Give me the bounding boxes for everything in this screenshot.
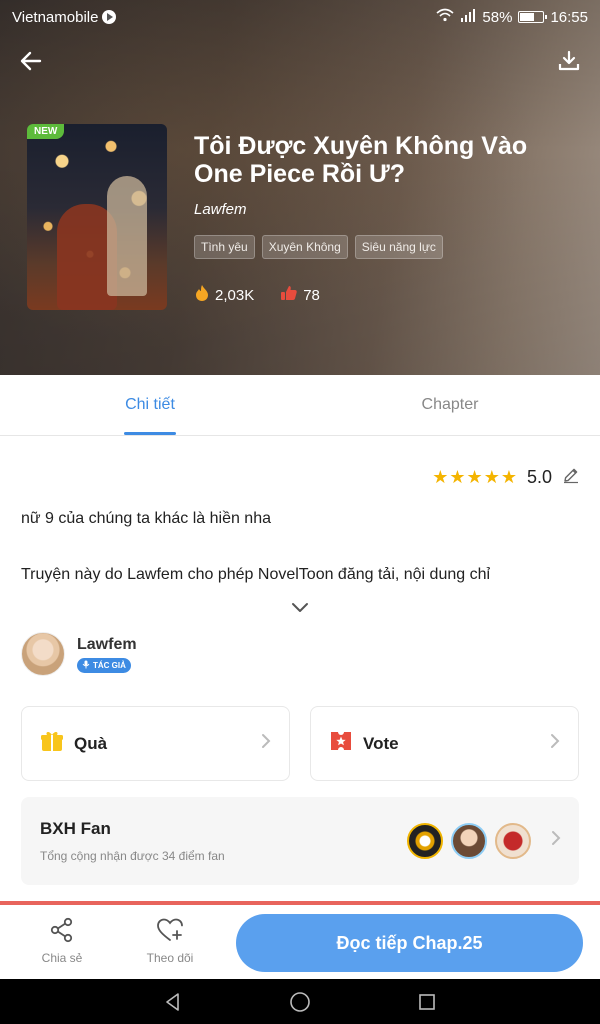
- author-name: Lawfem: [77, 635, 137, 653]
- share-button[interactable]: Chia sẻ: [22, 917, 102, 965]
- follow-label: Theo dõi: [146, 951, 194, 965]
- book-author[interactable]: Lawfem: [194, 201, 247, 218]
- fan-avatar: [407, 823, 443, 859]
- carrier-label: Vietnamobile: [12, 8, 99, 26]
- back-arrow-icon[interactable]: [14, 44, 48, 78]
- nav-back-icon[interactable]: [158, 987, 188, 1017]
- follow-button[interactable]: Theo dõi: [130, 917, 210, 965]
- views-stat: 2,03K: [194, 284, 254, 306]
- edit-pencil-icon[interactable]: [562, 466, 580, 489]
- nav-recents-icon[interactable]: [412, 987, 442, 1017]
- author-row[interactable]: Lawfem TÁC GIẢ: [21, 632, 137, 676]
- gift-card-button[interactable]: Quà: [21, 706, 290, 781]
- tab-chapters[interactable]: Chapter: [300, 375, 600, 435]
- battery-percent: 58%: [482, 8, 513, 26]
- download-icon[interactable]: [552, 44, 586, 78]
- book-stats: 2,03K 78: [194, 284, 320, 306]
- chevron-right-icon: [261, 732, 271, 755]
- views-count: 2,03K: [215, 286, 255, 304]
- book-hero-header: Vietnamobile 58% 16:55 NEW Tôi Được Xuyê…: [0, 0, 600, 375]
- cover-figure-shape: [107, 176, 147, 296]
- tab-details[interactable]: Chi tiết: [0, 375, 300, 435]
- chevron-right-icon: [550, 732, 560, 755]
- author-role-text: TÁC GIẢ: [93, 660, 126, 670]
- author-avatar[interactable]: [21, 632, 65, 676]
- share-icon: [49, 917, 75, 946]
- description-line: nữ 9 của chúng ta khác là hiền nha: [21, 510, 271, 527]
- star-icon: ★: [466, 467, 483, 487]
- tag-chip[interactable]: Xuyên Không: [261, 235, 348, 259]
- share-label: Chia sẻ: [41, 951, 83, 965]
- rating-value: 5.0: [526, 467, 552, 487]
- fan-avatar-list: [407, 823, 531, 859]
- likes-count: 78: [303, 286, 320, 304]
- vote-card-button[interactable]: Vote: [310, 706, 579, 781]
- system-navigation-bar: [0, 979, 600, 1024]
- star-icon: ★: [432, 467, 449, 487]
- book-cover-image: [27, 124, 167, 310]
- vote-label: Vote: [363, 733, 399, 753]
- fan-avatar: [451, 823, 487, 859]
- detail-tabs: Chi tiết Chapter: [0, 375, 600, 436]
- play-icon: [102, 10, 117, 24]
- star-rating: ★ ★ ★ ★ ★: [432, 467, 517, 488]
- battery-icon: [518, 11, 548, 23]
- likes-stat: 78: [280, 284, 320, 306]
- new-badge: NEW: [27, 124, 65, 139]
- thumbs-up-icon: [280, 285, 298, 305]
- tag-list: Tình yêu Xuyên Không Siêu năng lực: [194, 235, 443, 259]
- fan-avatar: [495, 823, 531, 859]
- vote-ticket-icon: [329, 729, 353, 758]
- bottom-action-bar: Chia sẻ Theo dõi Đọc tiếp Chap.25: [0, 905, 600, 979]
- tag-chip[interactable]: Siêu năng lực: [354, 235, 443, 259]
- tag-chip[interactable]: Tình yêu: [194, 235, 255, 259]
- chevron-right-icon: [551, 829, 561, 852]
- description-line: Truyện này do Lawfem cho phép NovelToon …: [21, 566, 491, 583]
- continue-reading-button[interactable]: Đọc tiếp Chap.25: [236, 914, 583, 972]
- star-icon: ★: [483, 467, 500, 487]
- clock: 16:55: [550, 8, 588, 26]
- chevron-down-icon[interactable]: [288, 600, 312, 616]
- star-icon: ★: [449, 467, 466, 487]
- fire-icon: [194, 284, 210, 306]
- wifi-icon: [436, 8, 454, 26]
- rating-row: ★ ★ ★ ★ ★ 5.0: [432, 466, 580, 489]
- gift-label: Quà: [74, 733, 108, 753]
- mic-icon: [82, 660, 90, 671]
- gift-icon: [40, 729, 64, 758]
- book-title: Tôi Được Xuyên Không Vào One Piece Rồi Ư…: [194, 132, 528, 188]
- nav-home-icon[interactable]: [285, 987, 315, 1017]
- fan-ranking-card[interactable]: BXH Fan Tổng cộng nhận được 34 điểm fan: [21, 797, 579, 885]
- star-icon: ★: [500, 467, 517, 487]
- status-bar: Vietnamobile 58% 16:55: [0, 0, 600, 34]
- author-role-badge: TÁC GIẢ: [77, 657, 131, 673]
- signal-icon: [460, 8, 476, 26]
- heart-plus-icon: [156, 917, 184, 946]
